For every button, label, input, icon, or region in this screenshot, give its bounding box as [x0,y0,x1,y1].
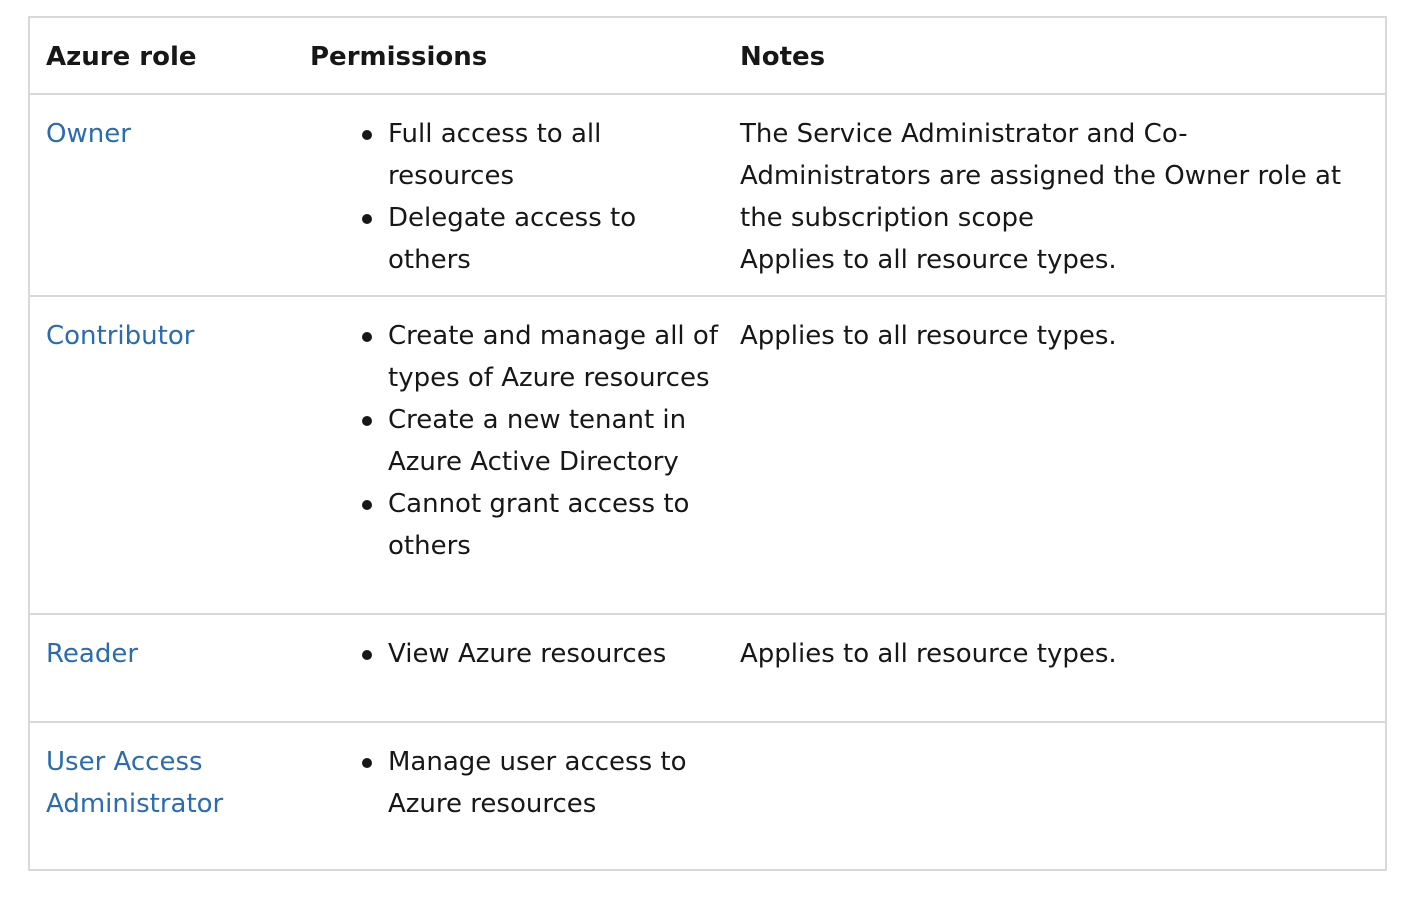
header-row: Azure role Permissions Notes [30,18,1385,95]
permissions-cell: Create and manage all of types of Azure … [292,296,724,614]
table-row-contributor: Contributor Create and manage all of typ… [30,296,1385,614]
table-row-reader: Reader View Azure resources Applies to a… [30,614,1385,722]
role-link-reader[interactable]: Reader [46,639,138,669]
role-cell: User Access Administrator [30,722,292,871]
notes-cell: Applies to all resource types. [724,614,1385,722]
permission-item: Create and manage all of types of Azure … [362,315,724,399]
permissions-cell: View Azure resources [292,614,724,722]
permission-item: Cannot grant access to others [362,483,724,567]
table-row-owner: Owner Full access to all resources Deleg… [30,94,1385,296]
permission-item: Delegate access to others [362,197,724,281]
permission-item: Full access to all resources [362,113,724,197]
header-permissions: Permissions [292,18,724,95]
note-text: Applies to all resource types. [740,639,1117,669]
permission-item: Create a new tenant in Azure Active Dire… [362,399,724,483]
notes-cell: The Service Administrator and Co-Adminis… [724,94,1385,296]
note-text: Applies to all resource types. [740,245,1117,275]
role-cell: Reader [30,614,292,722]
table-body: Owner Full access to all resources Deleg… [30,94,1385,871]
table-row-user-access-administrator: User Access Administrator Manage user ac… [30,722,1385,871]
note-text: The Service Administrator and Co-Adminis… [740,119,1342,233]
role-cell: Contributor [30,296,292,614]
role-link-owner[interactable]: Owner [46,119,131,149]
permissions-cell: Manage user access to Azure resources [292,722,724,871]
permissions-list: Create and manage all of types of Azure … [292,315,724,567]
header-notes: Notes [724,18,1385,95]
permissions-list: Manage user access to Azure resources [292,741,724,825]
permissions-list: Full access to all resources Delegate ac… [292,113,724,281]
note-text: Applies to all resource types. [740,321,1117,351]
permission-item: View Azure resources [362,633,724,675]
permission-item: Manage user access to Azure resources [362,741,724,825]
role-cell: Owner [30,94,292,296]
role-link-contributor[interactable]: Contributor [46,321,194,351]
notes-cell [724,722,1385,871]
role-link-user-access-administrator[interactable]: User Access Administrator [46,747,223,819]
header-azure-role: Azure role [30,18,292,95]
permissions-list: View Azure resources [292,633,724,675]
roles-table-container: Azure role Permissions Notes Owner Full … [28,16,1387,871]
table-header: Azure role Permissions Notes [30,18,1385,95]
notes-cell: Applies to all resource types. [724,296,1385,614]
permissions-cell: Full access to all resources Delegate ac… [292,94,724,296]
azure-roles-table: Azure role Permissions Notes Owner Full … [30,18,1385,871]
